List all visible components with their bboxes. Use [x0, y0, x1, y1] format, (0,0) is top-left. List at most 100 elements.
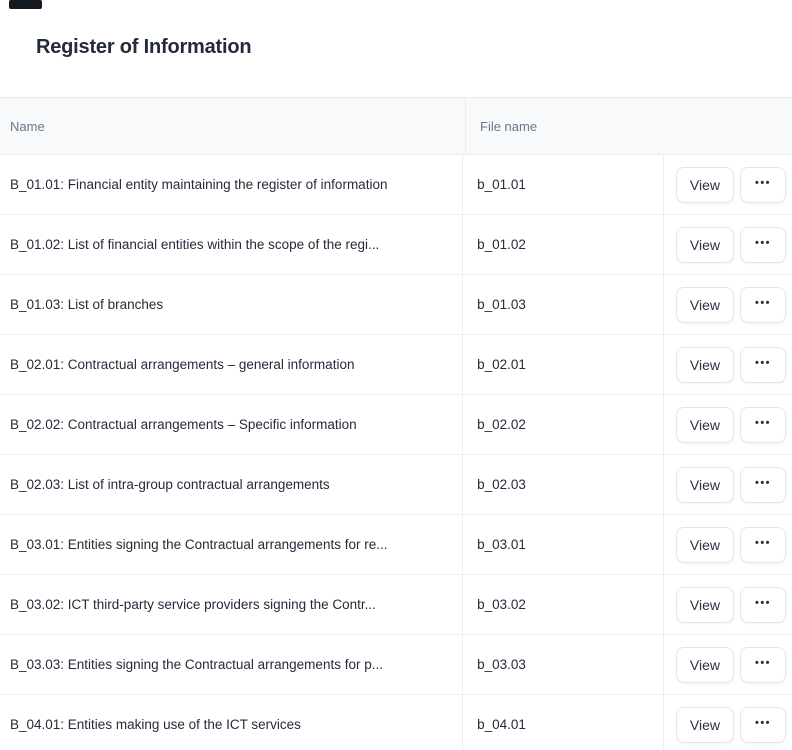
top-edge-mark [9, 0, 42, 9]
row-file: b_03.02 [477, 597, 526, 612]
row-name: B_02.02: Contractual arrangements – Spec… [10, 417, 357, 432]
ellipsis-icon: ••• [755, 298, 771, 309]
ellipsis-icon: ••• [755, 718, 771, 729]
more-options-button[interactable]: ••• [740, 227, 786, 263]
row-file-name-cell: b_04.01 [463, 695, 664, 750]
column-header-file-name: File name [466, 98, 792, 154]
row-file: b_02.03 [477, 477, 526, 492]
row-actions-cell: View ••• [664, 155, 792, 214]
view-button[interactable]: View [676, 347, 734, 383]
row-actions-cell: View ••• [664, 515, 792, 574]
more-options-button[interactable]: ••• [740, 707, 786, 743]
row-actions-cell: View ••• [664, 215, 792, 274]
table-row: B_02.02: Contractual arrangements – Spec… [0, 395, 792, 455]
view-button[interactable]: View [676, 167, 734, 203]
ellipsis-icon: ••• [755, 538, 771, 549]
ellipsis-icon: ••• [755, 598, 771, 609]
row-file-name-cell: b_01.02 [463, 215, 664, 274]
more-options-button[interactable]: ••• [740, 587, 786, 623]
more-options-button[interactable]: ••• [740, 647, 786, 683]
row-name-cell: B_01.01: Financial entity maintaining th… [0, 155, 463, 214]
row-file-name-cell: b_02.03 [463, 455, 664, 514]
row-actions-cell: View ••• [664, 635, 792, 694]
row-actions-cell: View ••• [664, 575, 792, 634]
table-row: B_01.02: List of financial entities with… [0, 215, 792, 275]
table-row: B_03.01: Entities signing the Contractua… [0, 515, 792, 575]
row-name-cell: B_02.01: Contractual arrangements – gene… [0, 335, 463, 394]
row-actions-cell: View ••• [664, 335, 792, 394]
row-file-name-cell: b_02.02 [463, 395, 664, 454]
table-row: B_03.03: Entities signing the Contractua… [0, 635, 792, 695]
row-file: b_03.01 [477, 537, 526, 552]
row-file-name-cell: b_01.03 [463, 275, 664, 334]
table-row: B_02.03: List of intra-group contractual… [0, 455, 792, 515]
row-file-name-cell: b_03.03 [463, 635, 664, 694]
row-name: B_03.02: ICT third-party service provide… [10, 597, 376, 612]
row-file-name-cell: b_01.01 [463, 155, 664, 214]
page-title: Register of Information [36, 36, 251, 59]
row-file: b_01.01 [477, 177, 526, 192]
row-actions-cell: View ••• [664, 455, 792, 514]
row-file-name-cell: b_02.01 [463, 335, 664, 394]
row-file: b_03.03 [477, 657, 526, 672]
row-name: B_01.02: List of financial entities with… [10, 237, 379, 252]
view-button[interactable]: View [676, 527, 734, 563]
more-options-button[interactable]: ••• [740, 347, 786, 383]
view-button[interactable]: View [676, 467, 734, 503]
row-file: b_01.02 [477, 237, 526, 252]
row-name: B_02.03: List of intra-group contractual… [10, 477, 330, 492]
row-name-cell: B_02.03: List of intra-group contractual… [0, 455, 463, 514]
row-name: B_01.01: Financial entity maintaining th… [10, 177, 387, 192]
row-actions-cell: View ••• [664, 275, 792, 334]
more-options-button[interactable]: ••• [740, 527, 786, 563]
ellipsis-icon: ••• [755, 658, 771, 669]
row-name-cell: B_03.01: Entities signing the Contractua… [0, 515, 463, 574]
ellipsis-icon: ••• [755, 478, 771, 489]
view-button[interactable]: View [676, 647, 734, 683]
column-header-file-name-label: File name [480, 119, 537, 134]
row-file-name-cell: b_03.02 [463, 575, 664, 634]
row-actions-cell: View ••• [664, 395, 792, 454]
ellipsis-icon: ••• [755, 238, 771, 249]
view-button[interactable]: View [676, 707, 734, 743]
row-name: B_03.03: Entities signing the Contractua… [10, 657, 383, 672]
row-name: B_01.03: List of branches [10, 297, 163, 312]
register-of-information-page: Register of Information Name File name B… [0, 0, 792, 750]
row-file: b_04.01 [477, 717, 526, 732]
row-name-cell: B_04.01: Entities making use of the ICT … [0, 695, 463, 750]
column-header-name: Name [0, 98, 466, 154]
table-row: B_01.03: List of branches b_01.03 View •… [0, 275, 792, 335]
table-row: B_04.01: Entities making use of the ICT … [0, 695, 792, 750]
ellipsis-icon: ••• [755, 358, 771, 369]
row-name-cell: B_01.02: List of financial entities with… [0, 215, 463, 274]
row-name-cell: B_03.03: Entities signing the Contractua… [0, 635, 463, 694]
row-file: b_02.02 [477, 417, 526, 432]
table-header-row: Name File name [0, 98, 792, 155]
row-name-cell: B_01.03: List of branches [0, 275, 463, 334]
row-name-cell: B_03.02: ICT third-party service provide… [0, 575, 463, 634]
more-options-button[interactable]: ••• [740, 167, 786, 203]
row-name: B_04.01: Entities making use of the ICT … [10, 717, 301, 732]
view-button[interactable]: View [676, 407, 734, 443]
register-table: Name File name B_01.01: Financial entity… [0, 97, 792, 750]
more-options-button[interactable]: ••• [740, 467, 786, 503]
column-header-name-label: Name [10, 119, 45, 134]
row-file: b_01.03 [477, 297, 526, 312]
more-options-button[interactable]: ••• [740, 407, 786, 443]
table-row: B_02.01: Contractual arrangements – gene… [0, 335, 792, 395]
row-name: B_03.01: Entities signing the Contractua… [10, 537, 387, 552]
table-row: B_03.02: ICT third-party service provide… [0, 575, 792, 635]
row-name-cell: B_02.02: Contractual arrangements – Spec… [0, 395, 463, 454]
ellipsis-icon: ••• [755, 178, 771, 189]
table-row: B_01.01: Financial entity maintaining th… [0, 155, 792, 215]
row-actions-cell: View ••• [664, 695, 792, 750]
row-file-name-cell: b_03.01 [463, 515, 664, 574]
row-file: b_02.01 [477, 357, 526, 372]
view-button[interactable]: View [676, 587, 734, 623]
more-options-button[interactable]: ••• [740, 287, 786, 323]
row-name: B_02.01: Contractual arrangements – gene… [10, 357, 354, 372]
ellipsis-icon: ••• [755, 418, 771, 429]
view-button[interactable]: View [676, 227, 734, 263]
view-button[interactable]: View [676, 287, 734, 323]
table-body: B_01.01: Financial entity maintaining th… [0, 155, 792, 750]
